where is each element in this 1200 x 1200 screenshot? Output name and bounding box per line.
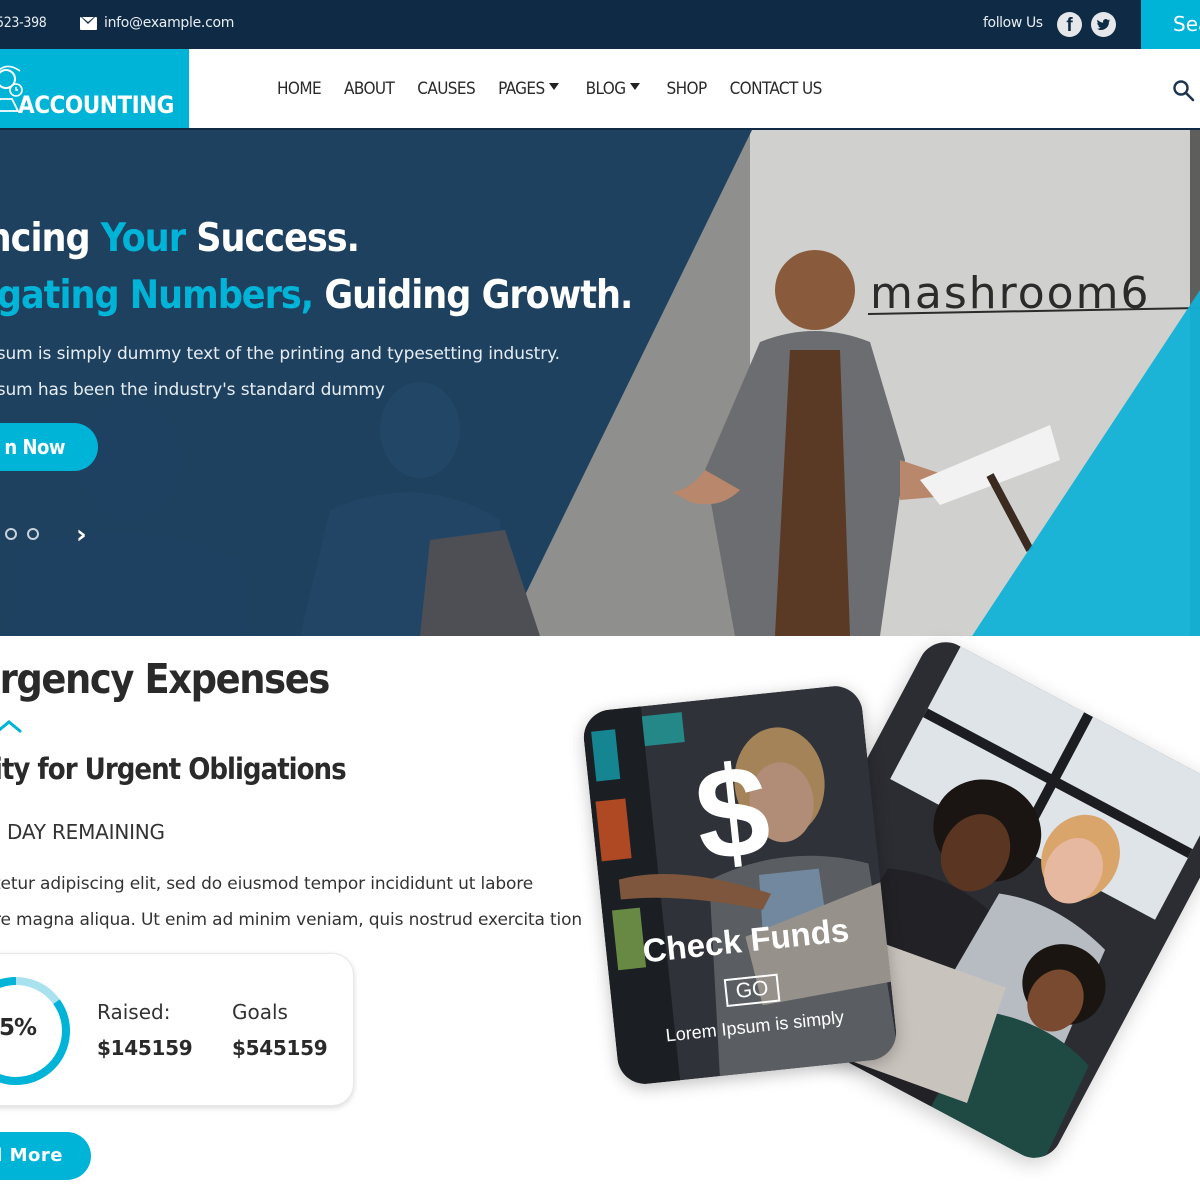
nav-item-shop[interactable]: SHOP	[666, 79, 708, 99]
facebook-icon[interactable]: f	[1057, 12, 1082, 37]
nav-item-contact-us[interactable]: CONTACT US	[729, 79, 823, 99]
headline-accent-text: Your	[100, 216, 186, 261]
caret-down-icon	[629, 83, 640, 90]
hero-slider: mashroom6 ancing Your Success. vigating …	[0, 130, 1200, 636]
campaign-description-line: re magna aliqua. Ut enim ad minim veniam…	[0, 910, 582, 930]
logo-text: ACCOUNTING	[18, 91, 174, 119]
headline-text: Success.	[185, 216, 360, 261]
hero-headline: ancing Your Success. vigating Numbers, G…	[0, 210, 633, 324]
campaign-title: ergency Expenses	[0, 655, 330, 703]
top-bar: 523-398 info@example.com follow Us f Sea	[0, 0, 1200, 49]
campaign-subtitle: lity for Urgent Obligations	[0, 752, 347, 786]
nav-menu: HOME ABOUT CAUSES PAGES BLOG SHOP CONTAC…	[277, 79, 845, 99]
campaign-description-line: tetur adipiscing elit, sed do eiusmod te…	[0, 874, 534, 894]
search-tab-button[interactable]: Sea	[1141, 0, 1200, 49]
campaign-description: tetur adipiscing elit, sed do eiusmod te…	[0, 866, 582, 938]
nav-label: CAUSES	[417, 79, 476, 99]
slider-dot[interactable]	[27, 528, 39, 540]
chevron-up-icon	[0, 720, 22, 733]
twitter-icon[interactable]	[1091, 12, 1116, 37]
raised-label: Raised:	[97, 1000, 171, 1024]
envelope-icon	[80, 17, 97, 30]
progress-percent: 85%	[0, 1015, 37, 1041]
magnifier-icon[interactable]	[1172, 79, 1196, 103]
headline-text: ancing	[0, 216, 91, 261]
nav-item-about[interactable]: ABOUT	[344, 79, 395, 99]
goal-label: Goals	[232, 1000, 288, 1024]
hero-cta-button[interactable]: n Now	[0, 423, 98, 471]
go-button[interactable]: GO	[723, 973, 781, 1008]
nav-item-home[interactable]: HOME	[277, 79, 322, 99]
nav-label: ABOUT	[344, 79, 395, 99]
site-logo[interactable]: ACCOUNTING	[0, 49, 189, 128]
hero-description: psum is simply dummy text of the printin…	[0, 336, 560, 408]
nav-item-blog[interactable]: BLOG	[586, 79, 640, 99]
hero-headline-line2: vigating Numbers, Guiding Growth.	[0, 267, 633, 324]
nav-label: BLOG	[585, 79, 627, 99]
raised-value: $145159	[97, 1036, 193, 1060]
nav-label: HOME	[277, 79, 322, 99]
phone-number[interactable]: 523-398	[0, 15, 47, 31]
hero-headline-line1: ancing Your Success.	[0, 210, 632, 267]
goal-value: $545159	[232, 1036, 328, 1060]
main-nav: ACCOUNTING HOME ABOUT CAUSES PAGES BLOG …	[0, 49, 1200, 130]
headline-accent-text: vigating Numbers,	[0, 273, 314, 318]
days-remaining: DAY REMAINING	[7, 820, 165, 844]
nav-label: CONTACT US	[729, 79, 823, 99]
hero-description-line: psum is simply dummy text of the printin…	[0, 344, 560, 364]
caret-down-icon	[548, 83, 559, 90]
dollar-icon: $	[688, 736, 776, 889]
check-funds-card[interactable]: $ Check Funds GO Lorem Ipsum is simply	[581, 683, 899, 1087]
headline-text: Guiding Growth.	[313, 273, 633, 318]
read-more-button[interactable]: d More	[0, 1132, 91, 1180]
slider-dot[interactable]	[5, 528, 17, 540]
nav-item-pages[interactable]: PAGES	[498, 79, 559, 99]
nav-label: SHOP	[666, 79, 708, 99]
follow-us-label: follow Us	[983, 15, 1043, 31]
nav-item-causes[interactable]: CAUSES	[417, 79, 475, 99]
slider-next-icon[interactable]: ›	[76, 520, 87, 550]
nav-label: PAGES	[498, 79, 545, 99]
hero-description-line: psum has been the industry's standard du…	[0, 380, 385, 400]
email-link[interactable]: info@example.com	[104, 15, 234, 31]
